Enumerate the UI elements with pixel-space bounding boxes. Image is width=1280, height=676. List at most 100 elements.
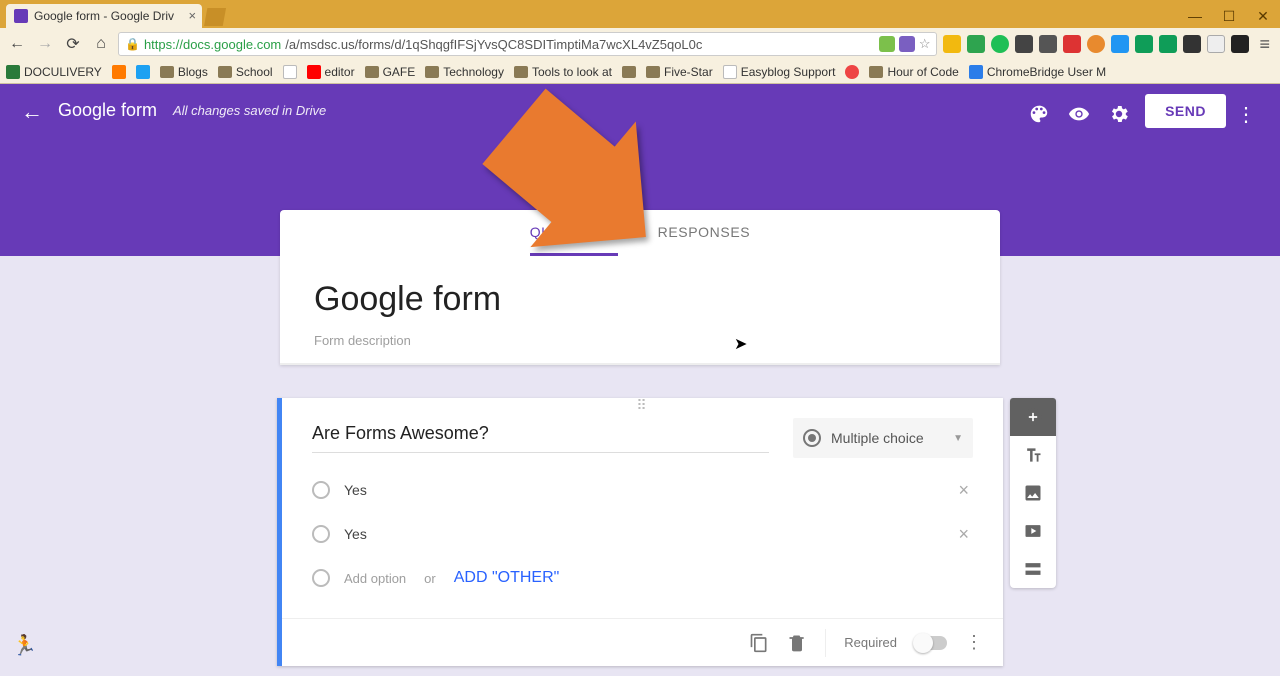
save-status: All changes saved in Drive	[173, 103, 326, 118]
radio-icon	[312, 569, 330, 587]
extension-icon[interactable]	[1063, 35, 1081, 53]
question-card[interactable]: ⠿ Are Forms Awesome? Multiple choice ▼ Y…	[277, 398, 1003, 666]
address-bar[interactable]: 🔒 https://docs.google.com/a/msdsc.us/for…	[118, 32, 937, 56]
extension-icons: ≡	[943, 34, 1274, 55]
browser-tab[interactable]: Google form - Google Driv ×	[6, 4, 202, 28]
duplicate-icon[interactable]	[749, 633, 769, 653]
extension-icon[interactable]	[1039, 35, 1057, 53]
chrome-menu-icon[interactable]: ≡	[1255, 34, 1274, 55]
extension-icon[interactable]	[991, 35, 1009, 53]
bookmark-item[interactable]	[112, 65, 126, 79]
question-type-dropdown[interactable]: Multiple choice ▼	[793, 418, 973, 458]
bookmark-item[interactable]	[136, 65, 150, 79]
send-button[interactable]: SEND	[1145, 94, 1226, 128]
add-option-text[interactable]: Add option	[344, 571, 406, 586]
remove-option-icon[interactable]: ×	[958, 524, 973, 545]
bookmark-folder[interactable]: Blogs	[160, 65, 208, 79]
question-title-input[interactable]: Are Forms Awesome?	[312, 423, 769, 453]
more-icon[interactable]: ⋮	[1226, 94, 1266, 134]
preview-icon[interactable]	[1059, 94, 1099, 134]
settings-icon[interactable]	[1099, 94, 1139, 134]
remove-option-icon[interactable]: ×	[958, 480, 973, 501]
separator	[825, 629, 826, 657]
form-card: QUESTIONS RESPONSES Google form Form des…	[280, 210, 1000, 365]
bookmarks-bar: DOCULIVERY Blogs School editor GAFE Tech…	[0, 60, 1280, 84]
nav-reload-button[interactable]: ⟳	[62, 33, 84, 55]
question-footer: Required ⋮	[282, 618, 1003, 666]
form-tabs: QUESTIONS RESPONSES	[280, 210, 1000, 256]
address-bar-row: ← → ⟳ ⌂ 🔒 https://docs.google.com/a/msds…	[0, 28, 1280, 60]
bookmark-folder[interactable]: Tools to look at	[514, 65, 612, 79]
delete-icon[interactable]	[787, 633, 807, 653]
extension-icon[interactable]	[1159, 35, 1177, 53]
bookmark-folder[interactable]: Hour of Code	[869, 65, 958, 79]
extension-icon[interactable]	[1135, 35, 1153, 53]
option-text[interactable]: Yes	[344, 482, 367, 498]
question-more-icon[interactable]: ⋮	[965, 632, 983, 653]
bookmark-star-icon[interactable]: ☆	[919, 36, 931, 52]
window-close-button[interactable]: ✕	[1246, 4, 1280, 28]
form-name[interactable]: Google form	[58, 100, 157, 121]
tab-questions[interactable]: QUESTIONS	[530, 210, 618, 256]
url-host: https://docs.google.com	[144, 37, 281, 52]
omnibox-actions: ☆	[879, 36, 931, 52]
browser-titlebar: Google form - Google Driv × — ☐ ✕	[0, 0, 1280, 28]
bookmark-folder[interactable]: School	[218, 65, 273, 79]
bookmark-folder[interactable]: Technology	[425, 65, 504, 79]
url-path: /a/msdsc.us/forms/d/1qShqgfIFSjYvsQC8SDI…	[285, 37, 702, 52]
form-title-input[interactable]: Google form	[314, 280, 966, 319]
bookmark-item[interactable]: DOCULIVERY	[6, 65, 102, 79]
add-image-button[interactable]	[1010, 474, 1056, 512]
accessibility-icon[interactable]: 🏃	[12, 633, 37, 658]
bookmark-folder[interactable]: Five-Star	[646, 65, 713, 79]
page-action-icon[interactable]	[879, 36, 895, 52]
add-option-row[interactable]: Add option or ADD "OTHER"	[312, 556, 973, 600]
nav-forward-button[interactable]: →	[34, 33, 56, 55]
extension-icon[interactable]	[1015, 35, 1033, 53]
extension-icon[interactable]	[1207, 35, 1225, 53]
bookmark-item[interactable]: ChromeBridge User M	[969, 65, 1106, 79]
back-button[interactable]: ←	[14, 94, 50, 130]
drag-handle-icon[interactable]: ⠿	[282, 398, 1003, 412]
question-type-label: Multiple choice	[831, 430, 924, 446]
window-minimize-button[interactable]: —	[1178, 4, 1212, 28]
extension-icon[interactable]	[1183, 35, 1201, 53]
nav-back-button[interactable]: ←	[6, 33, 28, 55]
add-video-button[interactable]	[1010, 512, 1056, 550]
bookmark-folder[interactable]: GAFE	[365, 65, 416, 79]
extension-icon[interactable]	[1111, 35, 1129, 53]
bookmark-item[interactable]	[845, 65, 859, 79]
palette-icon[interactable]	[1019, 94, 1059, 134]
extension-icon[interactable]	[1087, 35, 1105, 53]
or-label: or	[424, 571, 436, 586]
side-tool-rail	[1010, 398, 1056, 588]
new-tab-button[interactable]	[204, 8, 226, 26]
extension-icon[interactable]	[943, 35, 961, 53]
extension-icon[interactable]	[967, 35, 985, 53]
tab-close-icon[interactable]: ×	[188, 8, 196, 23]
option-row[interactable]: Yes ×	[312, 468, 973, 512]
add-other-button[interactable]: ADD "OTHER"	[454, 569, 560, 587]
required-label: Required	[844, 635, 897, 650]
option-row[interactable]: Yes ×	[312, 512, 973, 556]
question-options: Yes × Yes × Add option or ADD "OTHER"	[282, 458, 1003, 618]
form-description-input[interactable]: Form description	[314, 333, 966, 348]
required-toggle[interactable]	[915, 636, 947, 650]
bookmark-folder[interactable]	[622, 66, 636, 78]
tab-favicon	[14, 9, 28, 23]
lock-icon: 🔒	[125, 37, 140, 51]
page-action-icon[interactable]	[899, 36, 915, 52]
bookmark-item[interactable]: editor	[307, 65, 355, 79]
bookmark-item[interactable]	[283, 65, 297, 79]
option-text[interactable]: Yes	[344, 526, 367, 542]
add-question-button[interactable]	[1010, 398, 1056, 436]
window-maximize-button[interactable]: ☐	[1212, 4, 1246, 28]
bookmark-item[interactable]: Easyblog Support	[723, 65, 836, 79]
window-controls: — ☐ ✕	[1178, 4, 1280, 28]
add-section-button[interactable]	[1010, 550, 1056, 588]
add-title-button[interactable]	[1010, 436, 1056, 474]
extension-icon[interactable]	[1231, 35, 1249, 53]
radio-icon	[312, 525, 330, 543]
nav-home-button[interactable]: ⌂	[90, 33, 112, 55]
tab-responses[interactable]: RESPONSES	[658, 210, 751, 256]
